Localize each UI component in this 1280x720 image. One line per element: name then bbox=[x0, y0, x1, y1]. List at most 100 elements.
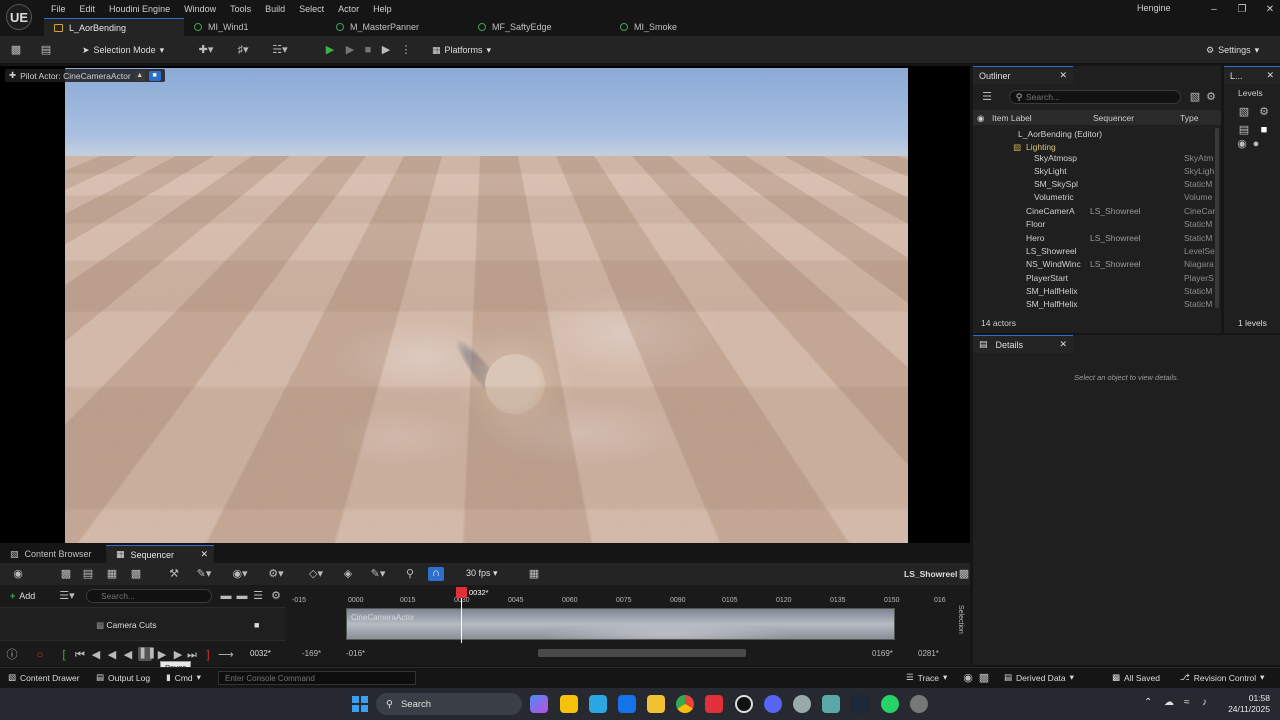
cinematics-icon[interactable]: ☵▾ bbox=[268, 44, 292, 56]
jump-to-end-icon[interactable]: ⏭ bbox=[186, 649, 198, 661]
outliner-row[interactable]: SM_SkySpl StaticM bbox=[973, 178, 1221, 191]
tab-m-masterpanner[interactable]: M_MasterPanner bbox=[326, 18, 468, 36]
app-icon[interactable] bbox=[793, 695, 811, 713]
chevron-up-icon[interactable]: ⌃ bbox=[1144, 697, 1152, 708]
sticky-notes-icon[interactable] bbox=[560, 695, 578, 713]
blueprint-icon[interactable]: ♯▾ bbox=[232, 44, 254, 56]
previous-key-icon[interactable]: ◀ bbox=[90, 649, 102, 661]
cloud-icon[interactable]: ☁ bbox=[1164, 697, 1174, 708]
selection-mode-dropdown[interactable]: ➤ Selection Mode ▾ bbox=[78, 42, 168, 58]
tab-mi-smoke[interactable]: MI_Smoke bbox=[610, 18, 752, 36]
add-level-icon[interactable]: ▧ bbox=[1238, 106, 1250, 118]
add-track-button[interactable]: + Add bbox=[10, 588, 35, 604]
end-marker-icon[interactable]: ] bbox=[202, 649, 214, 661]
trace-dropdown[interactable]: ☰ Trace ▾ bbox=[906, 672, 947, 683]
list-icon[interactable]: ☰ bbox=[252, 590, 264, 602]
camera-icon[interactable]: ▩ bbox=[978, 672, 990, 684]
more-options-icon[interactable]: ⋮ bbox=[400, 44, 412, 56]
filter-icon[interactable]: ☰▾ bbox=[58, 590, 76, 602]
view-options-icon[interactable]: ◉▾ bbox=[230, 568, 250, 580]
camera-cuts-track-row[interactable]: ▩ Camera Cuts ■ bbox=[0, 607, 286, 641]
save-icon[interactable]: ▩ bbox=[10, 44, 22, 56]
jump-to-start-icon[interactable]: ⏮ bbox=[74, 649, 86, 661]
loop-icon[interactable]: ⟶ bbox=[218, 649, 234, 661]
outliner-row[interactable]: Floor StaticM bbox=[973, 218, 1221, 231]
tab-sequencer[interactable]: ▦ Sequencer ✕ bbox=[106, 545, 214, 563]
info-icon[interactable]: ⓘ bbox=[6, 649, 18, 661]
actions-icon[interactable]: ⚒ bbox=[168, 568, 180, 580]
visibility-icon[interactable]: ◉ bbox=[977, 113, 984, 124]
unreal-engine-icon[interactable] bbox=[735, 695, 753, 713]
settings-dropdown[interactable]: ⚙ Settings ▾ bbox=[1206, 42, 1259, 58]
derived-data-dropdown[interactable]: ▤ Derived Data ▾ bbox=[1004, 672, 1074, 683]
level-viewport[interactable]: ✚ Pilot Actor: CineCameraActor ▲ ■ bbox=[0, 66, 970, 543]
outliner-row[interactable]: SM_HalfHelix StaticM bbox=[973, 298, 1221, 311]
tab-outliner[interactable]: Outliner ✕ bbox=[973, 66, 1073, 84]
world-icon[interactable]: ◉ bbox=[12, 568, 24, 580]
flash-app-icon[interactable] bbox=[705, 695, 723, 713]
menu-help[interactable]: Help bbox=[366, 4, 399, 14]
minimize-icon[interactable]: – bbox=[1200, 4, 1228, 15]
collapse-icon[interactable]: ▬ bbox=[220, 590, 232, 602]
discord-icon[interactable] bbox=[764, 695, 782, 713]
menu-file[interactable]: File bbox=[44, 4, 73, 14]
outliner-row[interactable]: NS_WindWinc LS_Showreel Niagara bbox=[973, 258, 1221, 271]
pause-icon[interactable]: ❚❚ bbox=[138, 647, 156, 661]
gear-icon[interactable]: ⚙ bbox=[270, 590, 282, 602]
windows-start-icon[interactable] bbox=[352, 696, 368, 712]
restore-icon[interactable]: ❐ bbox=[1228, 4, 1256, 15]
tab-l-aorbending[interactable]: L_AorBending bbox=[44, 18, 184, 36]
sequencer-search-input[interactable] bbox=[86, 589, 212, 603]
key-icon[interactable]: ◈ bbox=[342, 568, 354, 580]
output-log-button[interactable]: ▤ Output Log bbox=[96, 672, 150, 683]
column-item-label[interactable]: Item Label bbox=[992, 113, 1032, 123]
console-command-input[interactable] bbox=[218, 671, 416, 685]
next-frame-icon[interactable]: ▶ bbox=[156, 649, 168, 661]
outliner-row[interactable]: CineCamerA LS_Showreel CineCar bbox=[973, 205, 1221, 218]
revision-control-dropdown[interactable]: ⎇ Revision Control ▾ bbox=[1180, 672, 1264, 683]
outliner-search-input[interactable] bbox=[1009, 90, 1181, 104]
start-frame[interactable]: -169* bbox=[302, 649, 321, 658]
maya-icon[interactable] bbox=[822, 695, 840, 713]
view-range-scrollbar[interactable] bbox=[538, 649, 746, 657]
camera-icon[interactable]: ▩ bbox=[130, 568, 142, 580]
stop-icon[interactable]: ■ bbox=[362, 44, 374, 56]
outliner-row-level[interactable]: L_AorBending (Editor) bbox=[973, 128, 1221, 141]
outliner-row[interactable]: LS_Showreel LevelSe bbox=[973, 245, 1221, 258]
content-drawer-button[interactable]: ▧ Content Drawer bbox=[8, 672, 80, 683]
tab-details[interactable]: ▤ Details ✕ bbox=[973, 335, 1073, 353]
curve-editor-icon[interactable]: ✎▾ bbox=[368, 568, 388, 580]
close-icon[interactable]: ✕ bbox=[200, 549, 208, 560]
fps-dropdown[interactable]: 30 fps ▾ bbox=[466, 568, 498, 579]
camera-cut-section[interactable]: CineCameraActor bbox=[346, 608, 895, 640]
visibility-icon[interactable]: ◉ bbox=[1236, 138, 1248, 150]
outliner-row[interactable]: SkyLight SkyLigh bbox=[973, 165, 1221, 178]
tab-levels[interactable]: L... ✕ bbox=[1224, 66, 1280, 84]
playhead[interactable] bbox=[456, 587, 467, 598]
close-icon[interactable]: ✕ bbox=[1266, 70, 1274, 81]
menu-houdini-engine[interactable]: Houdini Engine bbox=[102, 4, 177, 14]
start-marker-icon[interactable]: [ bbox=[58, 649, 70, 661]
camera-icon[interactable]: ■ bbox=[148, 70, 161, 81]
tab-content-browser[interactable]: ▧ Content Browser bbox=[0, 545, 106, 563]
play-icon[interactable]: ▶ bbox=[324, 44, 336, 56]
file-explorer-icon[interactable] bbox=[647, 695, 665, 713]
eye-icon[interactable]: ◉ bbox=[962, 672, 974, 684]
outliner-scrollbar[interactable] bbox=[1215, 128, 1219, 308]
menu-select[interactable]: Select bbox=[292, 4, 331, 14]
filter-icon[interactable]: ☰ bbox=[981, 91, 993, 103]
outliner-row[interactable]: Hero LS_Showreel StaticM bbox=[973, 232, 1221, 245]
chrome-icon[interactable] bbox=[676, 695, 694, 713]
menu-edit[interactable]: Edit bbox=[73, 4, 103, 14]
tab-mi-wind1[interactable]: MI_Wind1 bbox=[184, 18, 326, 36]
view-end-frame[interactable]: 0169* bbox=[872, 649, 893, 658]
whatsapp-icon[interactable] bbox=[881, 695, 899, 713]
all-saved-button[interactable]: ▩ All Saved bbox=[1112, 672, 1160, 683]
end-frame[interactable]: 0281* bbox=[918, 649, 939, 658]
unreal-logo-icon[interactable]: UE bbox=[6, 4, 32, 30]
column-sequencer[interactable]: Sequencer bbox=[1093, 113, 1134, 123]
column-type[interactable]: Type bbox=[1180, 113, 1198, 123]
system-clock[interactable]: 01:58 24/11/2025 bbox=[1222, 693, 1270, 715]
menu-build[interactable]: Build bbox=[258, 4, 292, 14]
tab-mf-saftyedge[interactable]: MF_SaftyEdge bbox=[468, 18, 610, 36]
